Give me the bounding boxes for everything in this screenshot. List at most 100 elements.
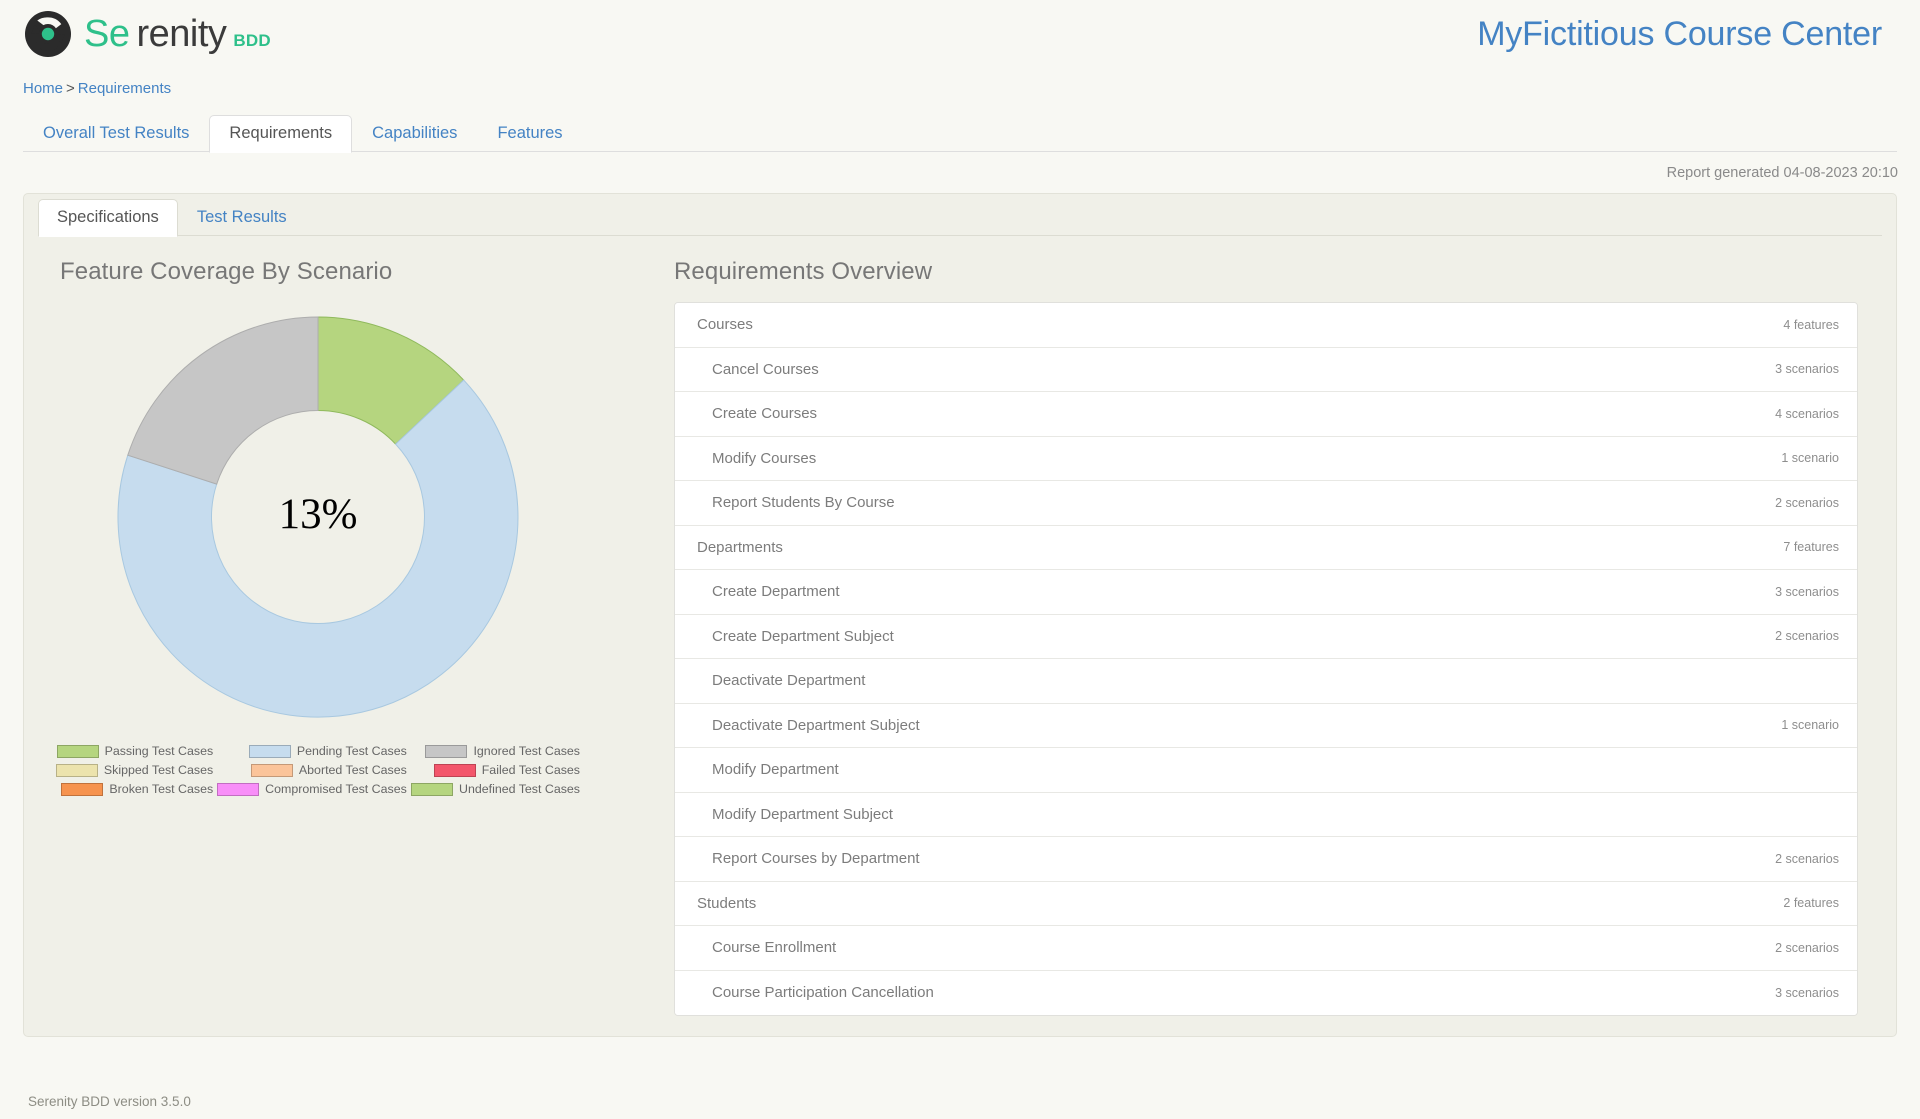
table-row[interactable]: Deactivate Department Subject 1 scenario — [675, 703, 1857, 748]
legend-label-ignored: Ignored Test Cases — [473, 744, 580, 758]
tab-specifications[interactable]: Specifications — [38, 198, 178, 237]
table-row[interactable]: Students 2 features — [675, 881, 1857, 926]
table-row[interactable]: Course Enrollment 2 scenarios — [675, 926, 1857, 971]
requirement-count: 7 features — [1783, 540, 1839, 555]
breadcrumb: Home > Requirements — [0, 68, 1920, 111]
requirement-count: 2 scenarios — [1775, 495, 1839, 510]
page-footer: Serenity BDD version 3.5.0 — [0, 1086, 1920, 1119]
legend-label-failed: Failed Test Cases — [481, 763, 580, 777]
requirement-name: Modify Department Subject — [712, 805, 893, 823]
requirement-name: Course Enrollment — [712, 939, 837, 957]
table-row[interactable]: Create Courses 4 scenarios — [675, 392, 1857, 437]
brand-wordmark: Se renity BDD — [84, 15, 271, 53]
requirement-name: Deactivate Department Subject — [712, 716, 920, 734]
requirement-count: 2 features — [1783, 896, 1839, 911]
donut-slice-ignored[interactable] — [127, 316, 319, 485]
table-row[interactable]: Course Participation Cancellation 3 scen… — [675, 970, 1857, 1015]
requirement-count: 2 scenarios — [1775, 629, 1839, 644]
breadcrumb-current-link[interactable]: Requirements — [78, 80, 171, 97]
legend-item-compromised[interactable]: Compromised Test Cases — [217, 782, 411, 796]
page-header: Se renity BDD MyFictitious Course Center — [0, 0, 1920, 68]
legend-label-skipped: Skipped Test Cases — [103, 763, 214, 777]
requirement-count: 2 scenarios — [1775, 851, 1839, 866]
requirement-name: Create Department — [712, 583, 840, 601]
legend-item-undefined[interactable]: Undefined Test Cases — [411, 782, 584, 796]
feature-coverage-title: Feature Coverage By Scenario — [60, 258, 393, 285]
requirement-count: 3 scenarios — [1775, 985, 1839, 1000]
breadcrumb-home-link[interactable]: Home — [23, 80, 63, 97]
requirement-count: 2 scenarios — [1775, 940, 1839, 955]
table-row[interactable]: Report Courses by Department 2 scenarios — [675, 837, 1857, 882]
legend-swatch-failed — [433, 763, 476, 777]
brand[interactable]: Se renity BDD — [22, 8, 271, 60]
legend-item-passing[interactable]: Passing Test Cases — [44, 744, 217, 758]
requirement-name: Modify Courses — [712, 449, 817, 467]
legend-item-aborted[interactable]: Aborted Test Cases — [217, 763, 411, 777]
requirement-name: Report Courses by Department — [712, 850, 920, 868]
legend-label-aborted: Aborted Test Cases — [298, 763, 407, 777]
sub-tab-bar: Specifications Test Results — [24, 194, 1896, 237]
table-row[interactable]: Cancel Courses 3 scenarios — [675, 347, 1857, 392]
project-title: MyFictitious Course Center — [1477, 14, 1882, 53]
legend-item-ignored[interactable]: Ignored Test Cases — [411, 744, 584, 758]
brand-rest: renity — [136, 13, 227, 55]
serenity-logo-icon — [22, 8, 74, 60]
feature-coverage-donut-chart[interactable]: 13% — [38, 292, 598, 742]
table-row[interactable]: Create Department Subject 2 scenarios — [675, 614, 1857, 659]
panel-body: Feature Coverage By Scenario 13% Passing… — [24, 236, 1896, 1036]
legend-swatch-skipped — [55, 763, 98, 777]
requirement-name: Create Department Subject — [712, 627, 894, 645]
table-row[interactable]: Departments 7 features — [675, 525, 1857, 570]
legend-item-failed[interactable]: Failed Test Cases — [411, 763, 584, 777]
table-row[interactable]: Modify Department — [675, 748, 1857, 793]
tab-test-results[interactable]: Test Results — [178, 199, 306, 237]
legend-swatch-undefined — [411, 782, 453, 796]
tab-requirements[interactable]: Requirements — [209, 114, 353, 153]
requirement-name: Courses — [697, 316, 753, 334]
requirement-name: Report Students By Course — [712, 494, 895, 512]
legend-item-skipped[interactable]: Skipped Test Cases — [44, 763, 217, 777]
report-generated-timestamp: Report generated 04-08-2023 20:10 — [1666, 165, 1898, 181]
table-row[interactable]: Modify Department Subject — [675, 792, 1857, 837]
table-row[interactable]: Courses 4 features — [675, 303, 1857, 348]
tab-capabilities[interactable]: Capabilities — [352, 115, 477, 153]
legend-swatch-ignored — [425, 744, 468, 758]
table-row[interactable]: Deactivate Department — [675, 659, 1857, 704]
legend-item-pending[interactable]: Pending Test Cases — [217, 744, 411, 758]
feature-coverage-column: Feature Coverage By Scenario 13% Passing… — [24, 236, 674, 1016]
requirement-name: Deactivate Department — [712, 672, 866, 690]
legend-label-passing: Passing Test Cases — [104, 744, 214, 758]
requirements-table: Courses 4 features Cancel Courses 3 scen… — [674, 302, 1858, 1016]
version-text: Serenity BDD version 3.5.0 — [28, 1094, 191, 1109]
table-row[interactable]: Create Department 3 scenarios — [675, 570, 1857, 615]
requirement-name: Modify Department — [712, 761, 839, 779]
legend-swatch-passing — [56, 744, 99, 758]
requirements-overview-title: Requirements Overview — [674, 258, 933, 285]
legend-swatch-pending — [248, 744, 291, 758]
table-row[interactable]: Report Students By Course 2 scenarios — [675, 481, 1857, 526]
breadcrumb-separator: > — [66, 80, 75, 97]
legend-item-broken[interactable]: Broken Test Cases — [44, 782, 217, 796]
requirement-count: 4 features — [1783, 317, 1839, 332]
legend-label-broken: Broken Test Cases — [109, 782, 214, 796]
legend-label-compromised: Compromised Test Cases — [265, 782, 407, 796]
requirement-name: Course Participation Cancellation — [712, 984, 934, 1002]
requirement-count: 3 scenarios — [1775, 362, 1839, 377]
table-row[interactable]: Modify Courses 1 scenario — [675, 436, 1857, 481]
legend-swatch-broken — [61, 782, 104, 796]
legend-swatch-aborted — [250, 763, 293, 777]
legend-label-undefined: Undefined Test Cases — [459, 782, 580, 796]
requirement-count: 1 scenario — [1781, 718, 1839, 733]
requirement-name: Create Courses — [712, 405, 818, 423]
brand-se: Se — [84, 13, 130, 55]
requirement-count: 1 scenario — [1781, 451, 1839, 466]
specifications-panel: Specifications Test Results Feature Cove… — [23, 193, 1897, 1037]
requirement-name: Students — [697, 894, 757, 912]
requirement-name: Cancel Courses — [712, 360, 819, 378]
requirement-name: Departments — [697, 538, 783, 556]
chart-legend: Passing Test Cases Pending Test Cases Ig… — [44, 744, 584, 796]
requirement-count: 3 scenarios — [1775, 584, 1839, 599]
tab-features[interactable]: Features — [477, 115, 582, 153]
legend-swatch-compromised — [217, 782, 260, 796]
tab-overall-test-results[interactable]: Overall Test Results — [23, 115, 209, 153]
